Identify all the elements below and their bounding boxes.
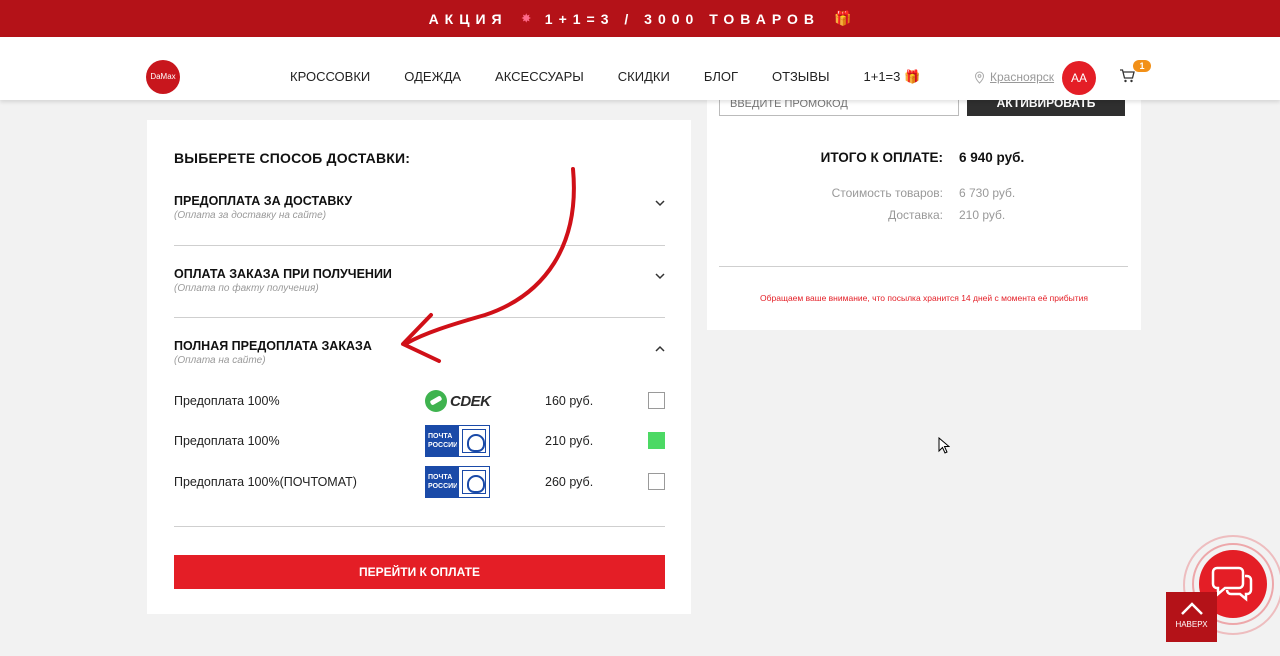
gift-icon: 🎁 [833,10,852,26]
pochta-logo-text: ПОЧТА РОССИИ [426,467,459,497]
main-nav: КРОССОВКИ ОДЕЖДА АКСЕССУАРЫ СКИДКИ БЛОГ … [290,69,955,85]
accordion-prepay-delivery[interactable]: ПРЕДОПЛАТА ЗА ДОСТАВКУ (Оплата за достав… [174,194,665,221]
city-selector[interactable]: Красноярск [974,70,1054,84]
option-checkbox[interactable] [648,392,665,409]
pochta-line1: ПОЧТА [428,474,453,481]
logo-text: DaMax [150,72,176,81]
location-pin-icon [974,70,985,84]
storage-notice: Обращаем ваше внимание, что посылка хран… [760,293,1088,303]
divider [174,245,665,246]
pochta-line2: РОССИИ [428,483,459,490]
delivery-cost-value: 210 руб. [959,208,1006,222]
pochta-line1: ПОЧТА [428,433,453,440]
promo-banner-part2: 1+1=3 / 3000 ТОВАРОВ [544,10,820,27]
delivery-option-cdek[interactable]: Предоплата 100% CDEK 160 руб. [174,385,665,417]
promo-banner-part1: АКЦИЯ [428,10,508,27]
back-to-top-button[interactable]: НАВЕРХ [1166,592,1217,642]
divider [719,266,1128,267]
cdek-logo-mark [425,390,447,412]
accordion-full-prepay[interactable]: ПОЛНАЯ ПРЕДОПЛАТА ЗАКАЗА (Оплата на сайт… [174,339,665,366]
accordion-title: ОПЛАТА ЗАКАЗА ПРИ ПОЛУЧЕНИИ [174,267,392,281]
cdek-logo: CDEK [425,385,491,417]
chevron-down-icon [655,273,665,280]
pochta-logo-text: ПОЧТА РОССИИ [426,426,459,456]
delivery-option-pochtomat[interactable]: Предоплата 100%(ПОЧТОМАТ) ПОЧТА РОССИИ 26… [174,466,665,498]
order-summary-card: АКТИВИРОВАТЬ ИТОГО К ОПЛАТЕ: 6 940 руб. … [707,92,1141,330]
option-name: Предоплата 100% [174,434,280,448]
nav-accessories[interactable]: АКСЕССУАРЫ [495,69,584,85]
option-price: 260 руб. [545,475,594,489]
option-price: 210 руб. [545,434,594,448]
accordion-title: ПРЕДОПЛАТА ЗА ДОСТАВКУ [174,194,353,208]
pochta-logo: ПОЧТА РОССИИ [425,466,490,498]
star-icon: ✸ [521,13,531,25]
nav-sneakers[interactable]: КРОССОВКИ [290,69,370,85]
nav-clothing[interactable]: ОДЕЖДА [404,69,461,85]
nav-reviews[interactable]: ОТЗЫВЫ [772,69,829,85]
eagle-emblem-icon [457,426,489,456]
go-to-payment-button[interactable]: ПЕРЕЙТИ К ОПЛАТЕ [174,555,665,589]
cdek-logo-text: CDEK [450,392,491,410]
goods-cost-value: 6 730 руб. [959,186,1016,200]
chevron-up-icon [1181,602,1203,615]
accordion-subtitle: (Оплата по факту получения) [174,283,319,294]
eagle-emblem-icon [457,467,489,497]
accordion-title: ПОЛНАЯ ПРЕДОПЛАТА ЗАКАЗА [174,339,372,353]
total-label: ИТОГО К ОПЛАТЕ: [820,150,943,165]
option-name: Предоплата 100%(ПОЧТОМАТ) [174,475,357,489]
site-header: DaMax КРОССОВКИ ОДЕЖДА АКСЕССУАРЫ СКИДКИ… [0,37,1280,100]
nav-promo-label: 1+1=3 [863,69,901,84]
pochta-line2: РОССИИ [428,442,459,449]
nav-promo[interactable]: 1+1=3 🎁 [864,69,921,85]
accordion-pay-on-receipt[interactable]: ОПЛАТА ЗАКАЗА ПРИ ПОЛУЧЕНИИ (Оплата по ф… [174,267,665,294]
city-name: Красноярск [990,70,1055,84]
pochta-logo: ПОЧТА РОССИИ [425,425,490,457]
goods-cost-label: Стоимость товаров: [831,186,943,200]
divider [174,317,665,318]
cart-count-badge: 1 [1133,60,1151,72]
chevron-down-icon [655,200,665,207]
delivery-title: ВЫБЕРЕТЕ СПОСОБ ДОСТАВКИ: [174,150,411,166]
chevron-up-icon [655,345,665,352]
divider [174,526,665,527]
gift-icon: 🎁 [904,69,921,84]
site-logo[interactable]: DaMax [146,60,180,94]
total-value: 6 940 руб. [959,150,1025,165]
accordion-subtitle: (Оплата за доставку на сайте) [174,210,327,221]
cart-icon[interactable] [1119,69,1135,83]
delivery-cost-label: Доставка: [888,208,943,222]
option-checkbox[interactable] [648,473,665,490]
promo-banner[interactable]: АКЦИЯ ✸ 1+1=3 / 3000 ТОВАРОВ 🎁 [0,0,1280,37]
mouse-cursor-icon [938,437,950,454]
nav-blog[interactable]: БЛОГ [704,69,738,85]
option-name: Предоплата 100% [174,394,280,408]
option-price: 160 руб. [545,394,594,408]
option-checkbox-selected[interactable] [648,432,665,449]
back-to-top-label: НАВЕРХ [1175,620,1208,629]
user-avatar[interactable]: AA [1062,61,1096,95]
delivery-card: ВЫБЕРЕТЕ СПОСОБ ДОСТАВКИ: ПРЕДОПЛАТА ЗА … [147,120,691,614]
chat-bubbles-icon [1211,566,1253,602]
nav-sale[interactable]: СКИДКИ [618,69,670,85]
delivery-option-pochta[interactable]: Предоплата 100% ПОЧТА РОССИИ 210 руб. [174,425,665,457]
accordion-subtitle: (Оплата на сайте) [174,355,266,366]
